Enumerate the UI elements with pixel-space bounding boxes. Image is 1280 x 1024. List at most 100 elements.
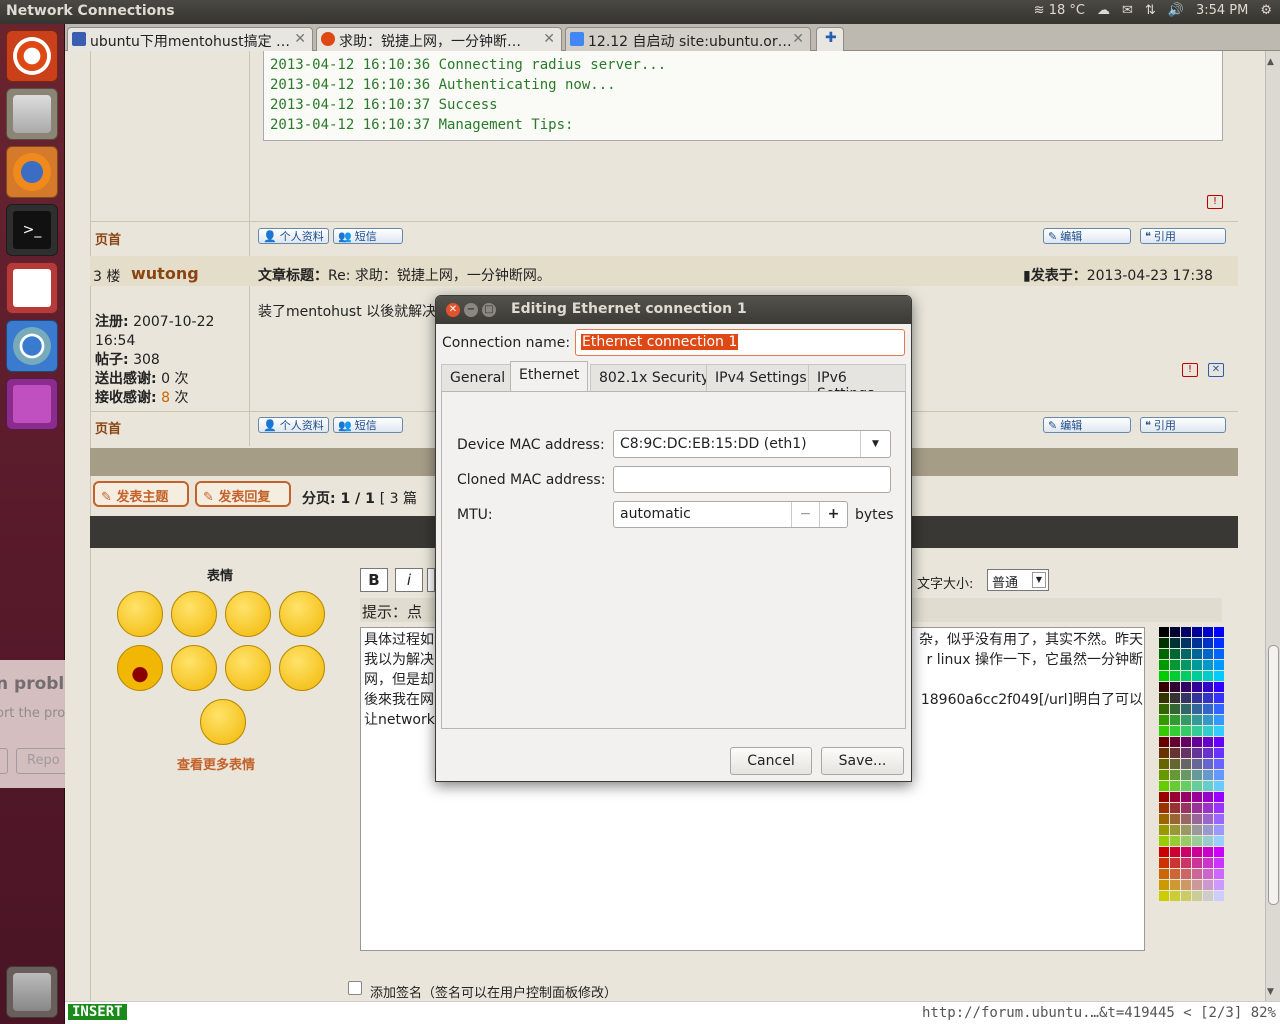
trash-launcher[interactable] [6, 966, 58, 1018]
color-swatch[interactable] [1159, 726, 1169, 736]
color-swatch[interactable] [1214, 715, 1224, 725]
color-swatch[interactable] [1214, 803, 1224, 813]
color-swatch[interactable] [1159, 781, 1169, 791]
terminal-launcher[interactable]: >_ [6, 204, 58, 256]
color-swatch[interactable] [1181, 649, 1191, 659]
mtu-spinbox[interactable]: automatic − + [613, 501, 848, 528]
color-swatch[interactable] [1203, 704, 1213, 714]
color-swatch[interactable] [1170, 792, 1180, 802]
color-swatch[interactable] [1192, 770, 1202, 780]
color-swatch[interactable] [1159, 660, 1169, 670]
color-swatch[interactable] [1181, 825, 1191, 835]
network-icon[interactable]: ⇅ [1145, 3, 1156, 18]
color-swatch[interactable] [1170, 682, 1180, 692]
report-icon[interactable]: ! [1182, 363, 1198, 377]
color-swatch[interactable] [1181, 891, 1191, 901]
minimize-icon[interactable]: − [464, 303, 478, 317]
color-swatch[interactable] [1203, 649, 1213, 659]
color-swatch[interactable] [1159, 748, 1169, 758]
color-swatch[interactable] [1203, 869, 1213, 879]
volume-icon[interactable]: 🔊 [1168, 3, 1184, 18]
color-swatch[interactable] [1181, 682, 1191, 692]
color-swatch[interactable] [1203, 770, 1213, 780]
color-swatch[interactable] [1192, 660, 1202, 670]
color-swatch[interactable] [1192, 792, 1202, 802]
color-swatch[interactable] [1170, 891, 1180, 901]
color-swatch[interactable] [1159, 792, 1169, 802]
bold-button[interactable]: B [360, 568, 388, 592]
maximize-icon[interactable]: □ [482, 303, 496, 317]
color-swatch[interactable] [1203, 693, 1213, 703]
weather-indicator[interactable]: ≋ 18 °C [1034, 3, 1085, 18]
color-swatch[interactable] [1170, 638, 1180, 648]
color-swatch[interactable] [1214, 693, 1224, 703]
tab-8021x-security[interactable]: 802.1x Security [590, 364, 719, 392]
color-swatch[interactable] [1181, 836, 1191, 846]
color-swatch[interactable] [1214, 847, 1224, 857]
color-swatch[interactable] [1170, 836, 1180, 846]
color-swatch[interactable] [1181, 880, 1191, 890]
color-swatch[interactable] [1170, 869, 1180, 879]
document-viewer-launcher[interactable] [6, 262, 58, 314]
color-swatch[interactable] [1192, 825, 1202, 835]
emoji-smile-icon[interactable] [117, 591, 163, 637]
color-swatch[interactable] [1192, 814, 1202, 824]
color-swatch[interactable] [1192, 693, 1202, 703]
color-swatch[interactable] [1159, 759, 1169, 769]
more-emoji-link[interactable]: 查看更多表情 [177, 754, 255, 773]
color-swatch[interactable] [1214, 781, 1224, 791]
close-icon[interactable]: ✕ [446, 303, 460, 317]
save-button[interactable]: Save... [821, 747, 904, 775]
close-icon[interactable]: ✕ [294, 31, 306, 47]
color-swatch[interactable] [1159, 682, 1169, 692]
color-swatch[interactable] [1159, 869, 1169, 879]
device-mac-combo[interactable]: C8:9C:DC:EB:15:DD (eth1) ▼ [613, 430, 891, 458]
top-link[interactable]: 页首 [95, 418, 121, 437]
color-swatch[interactable] [1203, 825, 1213, 835]
color-swatch[interactable] [1181, 726, 1191, 736]
color-swatch[interactable] [1170, 748, 1180, 758]
cloned-mac-input[interactable] [613, 466, 891, 493]
color-swatch[interactable] [1181, 627, 1191, 637]
close-icon[interactable]: ✕ [792, 31, 804, 47]
color-swatch[interactable] [1170, 880, 1180, 890]
color-swatch[interactable] [1203, 781, 1213, 791]
color-swatch[interactable] [1159, 836, 1169, 846]
tab-ipv6-settings[interactable]: IPv6 Settings [808, 364, 906, 402]
color-swatch[interactable] [1159, 715, 1169, 725]
color-swatch[interactable] [1214, 869, 1224, 879]
report-button[interactable]: Repo [16, 748, 65, 774]
emoji-sweat-icon[interactable] [171, 645, 217, 691]
color-swatch[interactable] [1192, 891, 1202, 901]
color-swatch[interactable] [1170, 770, 1180, 780]
color-swatch[interactable] [1214, 660, 1224, 670]
color-swatch[interactable] [1214, 726, 1224, 736]
files-launcher[interactable] [6, 88, 58, 140]
color-swatch[interactable] [1214, 836, 1224, 846]
color-swatch[interactable] [1192, 671, 1202, 681]
underline-button[interactable] [427, 568, 435, 592]
top-link[interactable]: 页首 [95, 229, 121, 248]
scroll-up-icon[interactable]: ▲ [1267, 57, 1274, 67]
color-swatch[interactable] [1181, 858, 1191, 868]
profile-button[interactable]: 👤 个人资料 [258, 417, 329, 433]
font-size-select[interactable]: 普通 ▼ [987, 569, 1049, 591]
page-scrollbar[interactable]: ▲ ▼ [1265, 51, 1280, 1001]
color-swatch[interactable] [1214, 880, 1224, 890]
profile-button[interactable]: 👤 个人资料 [258, 228, 329, 244]
color-swatch[interactable] [1170, 847, 1180, 857]
emoji-grin-icon[interactable] [225, 645, 271, 691]
browser-tab-1[interactable]: ubuntu下用mentohust搞定 … ✕ [67, 27, 313, 51]
color-swatch[interactable] [1192, 803, 1202, 813]
emoji-tongue-icon[interactable] [171, 591, 217, 637]
tab-general[interactable]: General [441, 364, 515, 392]
edit-button[interactable]: ✎ 编辑 [1043, 417, 1131, 433]
color-swatch[interactable] [1181, 704, 1191, 714]
color-swatch[interactable] [1192, 649, 1202, 659]
color-swatch[interactable] [1181, 814, 1191, 824]
color-swatch[interactable] [1181, 803, 1191, 813]
color-swatch[interactable] [1170, 671, 1180, 681]
color-swatch[interactable] [1203, 660, 1213, 670]
color-swatch[interactable] [1192, 781, 1202, 791]
color-swatch[interactable] [1214, 891, 1224, 901]
